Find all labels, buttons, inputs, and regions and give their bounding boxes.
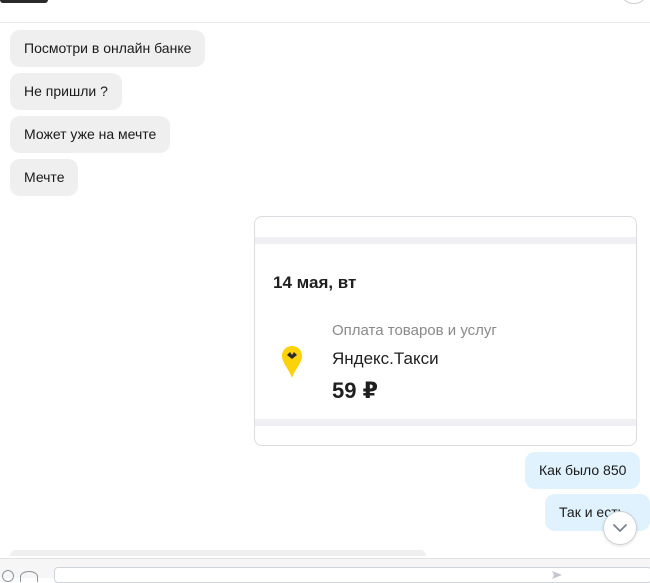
message-text: Не пришли ? [24, 83, 108, 99]
incoming-message-partial [10, 550, 426, 556]
send-icon[interactable] [552, 571, 562, 579]
message-text: Как было 850 [539, 462, 627, 478]
outgoing-message: Как было 850 [525, 452, 641, 489]
incoming-message: Не пришли ? [10, 73, 122, 110]
message-text: Может уже на мечте [24, 126, 157, 142]
payment-screenshot-attachment[interactable]: 14 мая, вт Оплата товаров и услуг Яндекс… [254, 216, 637, 446]
avatar[interactable] [0, 0, 48, 3]
incoming-message: Может уже на мечте [10, 116, 171, 153]
scroll-down-button[interactable] [603, 511, 637, 545]
chevron-down-icon [613, 524, 627, 532]
yandex-taxi-pin-icon [282, 346, 302, 378]
incoming-message: Мечте [10, 159, 79, 196]
message-text: Мечте [24, 169, 65, 185]
header-action-icon[interactable] [622, 0, 646, 4]
smiley-icon[interactable] [2, 570, 14, 582]
transaction-category: Оплата товаров и услуг [332, 322, 497, 339]
attachment-top-band [255, 237, 636, 244]
chat-header [0, 0, 650, 23]
transaction-amount: 59 ₽ [332, 378, 378, 403]
incoming-message: Посмотри в онлайн банке [10, 30, 206, 67]
merchant-name: Яндекс.Такси [332, 349, 439, 368]
message-text: Посмотри в онлайн банке [24, 40, 192, 56]
attachment-bottom-band [255, 419, 636, 426]
transaction-date: 14 мая, вт [273, 273, 357, 292]
